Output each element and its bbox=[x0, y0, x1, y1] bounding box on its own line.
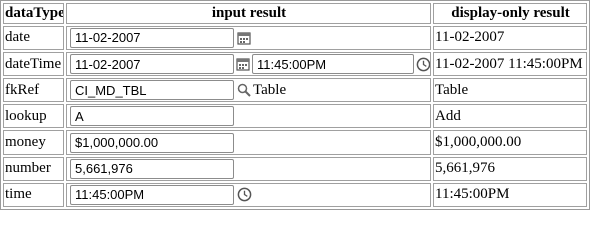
display-cell: 11:45:00PM bbox=[433, 182, 587, 207]
money-input[interactable] bbox=[70, 132, 234, 153]
calendar-icon[interactable] bbox=[236, 30, 252, 46]
input-cell bbox=[66, 182, 431, 207]
input-cell bbox=[66, 156, 431, 181]
header-row: dataType input result display-only resul… bbox=[3, 3, 587, 24]
input-cell bbox=[66, 104, 431, 129]
datetime-date-input[interactable] bbox=[70, 54, 234, 75]
search-icon[interactable] bbox=[236, 82, 252, 98]
header-input-result: input result bbox=[66, 3, 431, 24]
table-row: lookup Add bbox=[3, 104, 587, 129]
input-cell bbox=[66, 52, 431, 77]
datatype-cell: time bbox=[3, 182, 64, 207]
display-cell: Add bbox=[433, 104, 587, 129]
display-cell: 11-02-2007 11:45:00PM bbox=[433, 52, 587, 77]
clock-icon[interactable] bbox=[236, 187, 252, 203]
header-display-only-result: display-only result bbox=[433, 3, 587, 24]
display-cell: 5,661,976 bbox=[433, 156, 587, 181]
input-cell: Table bbox=[66, 78, 431, 103]
datatype-cell: money bbox=[3, 130, 64, 155]
time-input[interactable] bbox=[70, 184, 234, 205]
datatype-cell: number bbox=[3, 156, 64, 181]
calendar-icon[interactable] bbox=[236, 56, 250, 72]
datatype-table: dataType input result display-only resul… bbox=[0, 0, 590, 210]
lookup-input[interactable] bbox=[70, 106, 234, 127]
input-cell bbox=[66, 25, 431, 51]
table-row: time 11:45:00PM bbox=[3, 182, 587, 207]
number-input[interactable] bbox=[70, 158, 234, 179]
table-row: date 11-02-2007 bbox=[3, 25, 587, 51]
datatype-cell: dateTime bbox=[3, 52, 64, 77]
clock-icon[interactable] bbox=[416, 56, 430, 72]
table-row: money $1,000,000.00 bbox=[3, 130, 587, 155]
display-cell: $1,000,000.00 bbox=[433, 130, 587, 155]
display-cell: 11-02-2007 bbox=[433, 25, 587, 51]
fkref-description: Table bbox=[253, 81, 287, 98]
header-datatype: dataType bbox=[3, 3, 64, 24]
table-row: number 5,661,976 bbox=[3, 156, 587, 181]
table-row: fkRef Table Table bbox=[3, 78, 587, 103]
display-cell: Table bbox=[433, 78, 587, 103]
table-row: dateTime 11-02-2007 11:45:00PM bbox=[3, 52, 587, 77]
datatype-cell: lookup bbox=[3, 104, 64, 129]
fkref-input[interactable] bbox=[70, 80, 234, 101]
datatype-cell: fkRef bbox=[3, 78, 64, 103]
datetime-time-input[interactable] bbox=[252, 54, 414, 75]
datatype-cell: date bbox=[3, 25, 64, 51]
input-cell bbox=[66, 130, 431, 155]
date-input[interactable] bbox=[70, 27, 234, 48]
